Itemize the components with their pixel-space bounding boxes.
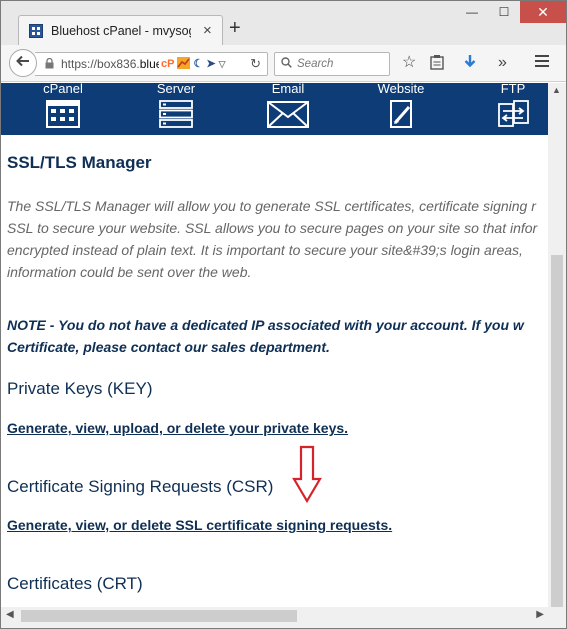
csr-heading: Certificate Signing Requests (CSR)	[7, 477, 274, 496]
reading-list-icon[interactable]	[430, 54, 444, 75]
url-text: https://box836.bluel	[61, 57, 159, 71]
horizontal-scroll-thumb[interactable]	[21, 610, 297, 622]
intro-paragraph: The SSL/TLS Manager will allow you to ge…	[7, 195, 548, 283]
search-icon	[281, 57, 292, 71]
navigation-toolbar: https://box836.bluel cP ☾ ➤ ▽ ↻ Search	[1, 45, 566, 82]
server-stack-icon	[159, 100, 193, 128]
horizontal-scrollbar[interactable]: ◀ ▶	[1, 607, 548, 625]
scrollbar-corner	[548, 607, 566, 625]
intro-line: The SSL/TLS Manager will allow you to ge…	[7, 198, 536, 214]
annotation-down-arrow-icon	[292, 445, 322, 503]
ftp-transfer-icon	[498, 100, 529, 127]
back-button[interactable]	[9, 49, 37, 77]
chart-extension-icon[interactable]	[177, 57, 191, 71]
private-keys-heading: Private Keys (KEY)	[7, 379, 153, 398]
scroll-right-arrow-icon[interactable]: ▶	[536, 609, 544, 620]
note-line: Certificate, please contact our sales de…	[7, 339, 330, 355]
cpanel-nav-bar: cPanel Server Email Website FTP	[1, 83, 548, 135]
window-bottom-edge	[1, 625, 566, 628]
page-viewport: cPanel Server Email Website FTP SSL/TLS …	[1, 83, 548, 607]
dedicated-ip-note: NOTE - You do not have a dedicated IP as…	[7, 314, 548, 358]
address-bar[interactable]: https://box836.bluel cP ☾ ➤ ▽ ↻	[35, 52, 268, 76]
intro-line: SSL to secure your website. SSL allows y…	[7, 220, 538, 236]
browser-window: Bluehost cPanel - mvysogo... × + — ☐ ✕ h…	[0, 0, 567, 629]
tab-title: Bluehost cPanel - mvysogo...	[51, 24, 191, 38]
nav-cpanel[interactable]: cPanel	[28, 83, 98, 129]
search-box[interactable]: Search	[274, 52, 390, 76]
note-line: NOTE - You do not have a dedicated IP as…	[7, 317, 524, 333]
minimize-button[interactable]: —	[456, 1, 488, 23]
tab-close-icon[interactable]: ×	[203, 22, 212, 39]
nav-email[interactable]: Email	[253, 83, 323, 129]
new-tab-button[interactable]: +	[229, 18, 241, 38]
back-arrow-icon	[16, 54, 30, 72]
page-title: SSL/TLS Manager	[7, 153, 152, 172]
certificates-heading: Certificates (CRT)	[7, 574, 143, 593]
paper-plane-extension-icon[interactable]: ➤	[206, 57, 215, 71]
nav-label: cPanel	[43, 83, 83, 96]
overflow-chevron-icon[interactable]: »	[498, 54, 507, 72]
nav-label: Website	[377, 83, 425, 96]
cpanel-grid-icon	[46, 100, 80, 128]
extension-icons: cP ☾ ➤ ▽	[161, 57, 225, 71]
cpanel-favicon-icon	[29, 24, 43, 38]
tab-strip: Bluehost cPanel - mvysogo... × + — ☐ ✕	[1, 1, 566, 46]
crescent-extension-icon[interactable]: ☾	[193, 57, 203, 71]
private-keys-link[interactable]: Generate, view, upload, or delete your p…	[7, 420, 348, 436]
nav-server[interactable]: Server	[141, 83, 211, 129]
scroll-left-arrow-icon[interactable]: ◀	[6, 609, 14, 620]
vertical-scrollbar[interactable]: ▲	[548, 83, 566, 619]
close-window-button[interactable]: ✕	[520, 1, 566, 23]
lock-icon	[45, 57, 54, 72]
intro-line: information could be sent over the web.	[7, 264, 252, 280]
nav-label: Email	[271, 83, 305, 96]
envelope-icon	[267, 101, 309, 128]
scroll-up-arrow-icon[interactable]: ▲	[552, 85, 561, 95]
window-controls: — ☐ ✕	[456, 1, 566, 23]
intro-line: encrypted instead of plain text. It is i…	[7, 242, 523, 258]
bookmark-star-icon[interactable]: ☆	[402, 54, 416, 72]
maximize-button[interactable]: ☐	[488, 1, 520, 23]
cpanel-extension-icon[interactable]: cP	[161, 57, 174, 71]
vertical-scroll-thumb[interactable]	[551, 255, 563, 619]
hamburger-menu-icon[interactable]	[534, 54, 550, 73]
nav-ftp[interactable]: FTP	[478, 83, 548, 129]
website-edit-icon	[390, 100, 412, 128]
nav-website[interactable]: Website	[366, 83, 436, 129]
nav-label: Server	[156, 83, 196, 96]
dropdown-arrow-icon[interactable]: ▽	[219, 57, 226, 71]
reload-icon[interactable]: ↻	[250, 56, 261, 72]
download-icon[interactable]	[463, 54, 477, 75]
search-placeholder: Search	[297, 58, 334, 70]
browser-tab[interactable]: Bluehost cPanel - mvysogo... ×	[18, 15, 223, 46]
csr-link[interactable]: Generate, view, or delete SSL certificat…	[7, 517, 392, 533]
nav-label: FTP	[500, 83, 526, 96]
